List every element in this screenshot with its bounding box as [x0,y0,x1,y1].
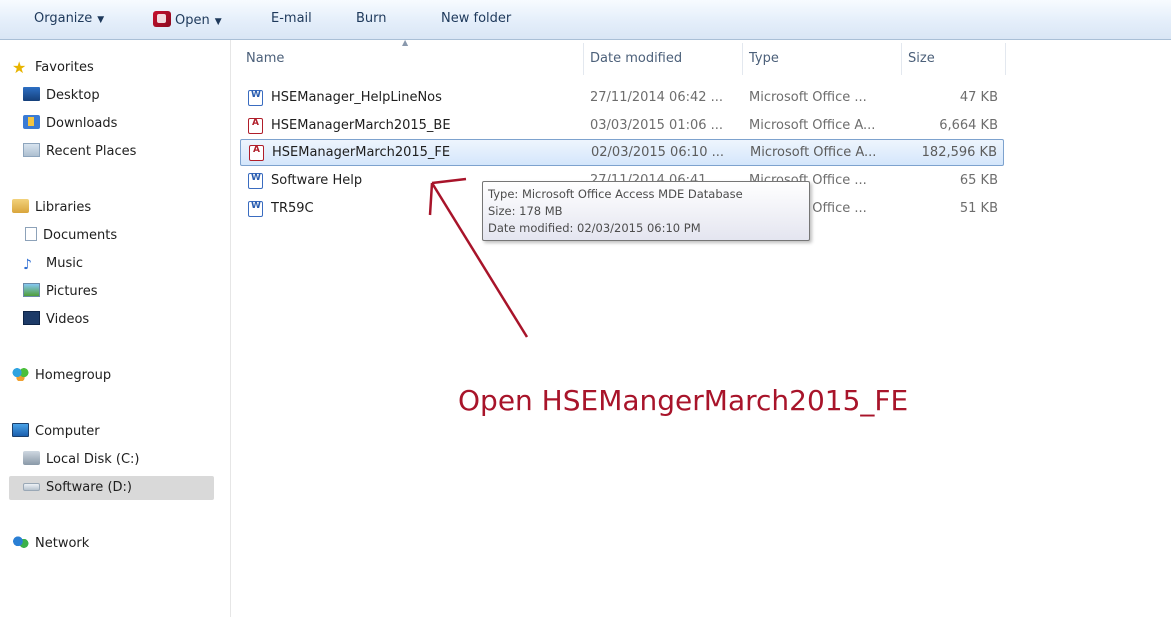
file-name: TR59C [271,201,314,216]
file-name: HSEManagerMarch2015_BE [271,118,451,133]
nav-favorites[interactable]: ★ Favorites [12,56,94,80]
access-db-icon [248,118,263,134]
access-app-icon [153,11,171,27]
command-bar: Organize ▼ Open ▼ E-mail Burn New folder [0,0,1171,40]
desktop-icon [23,87,40,101]
network-icon [12,535,29,549]
nav-label: Music [46,256,83,271]
documents-icon [25,227,37,241]
email-button[interactable]: E-mail [271,11,312,26]
tooltip-date-modified: Date modified: 02/03/2015 06:10 PM [488,221,701,235]
file-row-selected[interactable]: HSEManagerMarch2015_FE 02/03/2015 06:10 … [240,139,1004,166]
nav-documents[interactable]: Documents [23,224,117,248]
nav-label: Documents [43,228,118,243]
word-doc-icon [248,173,263,189]
nav-label: Homegroup [35,368,112,383]
libraries-icon [12,199,29,213]
navigation-pane: ★ Favorites Desktop Downloads Recent Plac… [0,40,231,617]
access-db-icon [249,145,264,161]
nav-videos[interactable]: Videos [23,308,89,332]
column-header-date-modified[interactable]: Date modified [590,51,682,66]
nav-label: Software (D:) [46,480,132,495]
file-size: 65 KB [959,173,998,188]
file-date-modified: 02/03/2015 06:10 ... [591,145,725,160]
file-name: Software Help [271,173,363,188]
nav-label: Libraries [35,200,92,215]
chevron-down-icon: ▼ [214,17,222,27]
nav-desktop[interactable]: Desktop [23,84,100,108]
file-date-modified: 27/11/2014 06:42 ... [590,90,724,105]
file-row[interactable]: HSEManager_HelpLineNos 27/11/2014 06:42 … [240,86,1004,110]
nav-label: Computer [35,424,100,439]
organize-label: Organize [34,11,93,26]
homegroup-icon [12,367,29,381]
recent-places-icon [23,143,40,157]
annotation-text: Open HSEMangerMarch2015_FE [458,384,909,417]
file-info-tooltip: Type: Microsoft Office Access MDE Databa… [482,181,810,241]
nav-label: Network [35,536,90,551]
tooltip-type: Type: Microsoft Office Access MDE Databa… [488,187,743,201]
column-header-type[interactable]: Type [749,51,779,66]
organize-menu-button[interactable]: Organize ▼ [34,11,104,26]
file-size: 51 KB [959,201,998,216]
nav-software-drive[interactable]: Software (D:) [9,476,214,500]
nav-label: Favorites [35,60,94,75]
file-type: Microsoft Office A... [749,118,876,133]
file-type: Microsoft Office A... [750,145,877,160]
column-divider[interactable] [583,43,584,75]
file-name: HSEManagerMarch2015_FE [272,145,451,160]
burn-button[interactable]: Burn [356,11,387,26]
word-doc-icon [248,90,263,106]
downloads-folder-icon [23,115,40,129]
nav-local-disk[interactable]: Local Disk (C:) [23,448,139,472]
column-header-size[interactable]: Size [908,51,935,66]
nav-label: Downloads [46,116,118,131]
nav-label: Videos [46,312,90,327]
file-name: HSEManager_HelpLineNos [271,90,442,105]
new-folder-button[interactable]: New folder [441,11,511,26]
open-label: Open [175,13,210,28]
computer-icon [12,423,29,437]
nav-network[interactable]: Network [12,532,89,556]
videos-icon [23,311,40,325]
file-size: 6,664 KB [939,118,998,133]
pictures-icon [23,283,40,297]
star-icon: ★ [12,58,27,77]
column-divider[interactable] [742,43,743,75]
nav-pictures[interactable]: Pictures [23,280,97,304]
column-divider[interactable] [901,43,902,75]
nav-music[interactable]: ♪ Music [23,252,83,276]
open-menu-button[interactable]: Open ▼ [153,11,222,28]
nav-computer[interactable]: Computer [12,420,100,444]
sort-indicator-icon: ▲ [402,38,409,47]
file-size: 182,596 KB [921,145,997,160]
file-type: Microsoft Office ... [749,90,867,105]
nav-recent-places[interactable]: Recent Places [23,140,136,164]
file-date-modified: 03/03/2015 01:06 ... [590,118,724,133]
file-size: 47 KB [959,90,998,105]
chevron-down-icon: ▼ [97,15,105,25]
nav-homegroup[interactable]: Homegroup [12,364,111,388]
nav-label: Pictures [46,284,98,299]
column-header-name[interactable]: Name [246,51,284,66]
music-note-icon: ♪ [23,257,32,273]
nav-label: Recent Places [46,144,137,159]
word-doc-icon [248,201,263,217]
nav-libraries[interactable]: Libraries [12,196,91,220]
nav-downloads[interactable]: Downloads [23,112,117,136]
nav-label: Local Disk (C:) [46,452,140,467]
file-row[interactable]: HSEManagerMarch2015_BE 03/03/2015 01:06 … [240,114,1004,138]
nav-label: Desktop [46,88,100,103]
tooltip-size: Size: 178 MB [488,204,563,218]
hard-disk-icon [23,451,40,465]
drive-icon [23,483,40,491]
column-divider[interactable] [1005,43,1006,75]
